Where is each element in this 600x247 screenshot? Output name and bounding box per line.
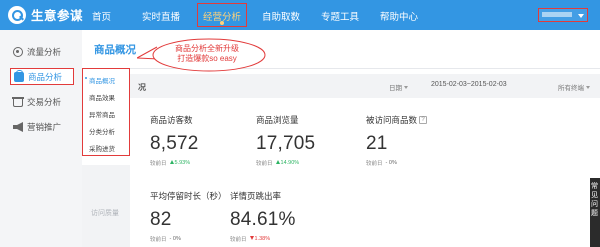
- metric-bounce-rate[interactable]: 详情页跳出率 84.61% 较前日 1.38%: [230, 190, 296, 243]
- metric-title: 商品浏览量: [256, 115, 299, 125]
- metric-value: 84.61%: [230, 209, 296, 230]
- faq-side-tab-label: 常见问题: [591, 183, 598, 217]
- sidebar-item-label: 交易分析: [27, 97, 62, 107]
- annotation-line-2: 打造爆款so easy: [177, 54, 237, 63]
- sidebar-item-product[interactable]: 商品分析: [10, 68, 74, 85]
- delta-value: 1.38%: [249, 236, 271, 242]
- metric-comparison: 较前日 5.93%: [150, 159, 199, 167]
- arrow-up-icon: [275, 160, 280, 164]
- nav-realtime[interactable]: 实时直播: [142, 9, 180, 23]
- chevron-down-icon: [578, 14, 584, 18]
- arrow-down-icon: [249, 236, 254, 240]
- sidebar-item-label: 营销推广: [27, 122, 62, 132]
- terminal-filter-dropdown[interactable]: 所有终端: [558, 82, 590, 92]
- nav-business-analysis[interactable]: 经营分析: [197, 3, 248, 27]
- compare-label: 较前日: [150, 237, 167, 243]
- help-icon[interactable]: ?: [419, 116, 428, 124]
- submenu-item-abnormal[interactable]: 异常商品: [89, 109, 115, 119]
- metric-comparison: 较前日 1.38%: [230, 235, 296, 243]
- sidebar-item-transaction[interactable]: 交易分析: [12, 95, 62, 109]
- active-dot-icon: [85, 77, 87, 79]
- delta-percent: 1.38%: [254, 236, 271, 242]
- active-indicator-dot: [220, 21, 224, 25]
- metric-comparison: 较前日 - 0%: [366, 159, 427, 167]
- section-label-strip: 访问质量: [82, 165, 130, 247]
- filter-heading: 况: [138, 83, 146, 92]
- nav-help-center[interactable]: 帮助中心: [380, 9, 418, 23]
- chevron-down-icon: [586, 86, 590, 89]
- metric-title: 详情页跳出率: [230, 191, 282, 201]
- eye-icon: [13, 47, 23, 57]
- user-account-menu[interactable]: [538, 8, 588, 22]
- metric-title-row: 被访问商品数?: [366, 114, 428, 126]
- faq-side-tab[interactable]: 常见问题: [590, 178, 600, 247]
- page-title: 商品概况: [94, 44, 136, 56]
- delta-percent: 0%: [388, 160, 397, 166]
- metric-comparison: 较前日 14.90%: [256, 159, 315, 167]
- metric-title: 商品访客数: [150, 115, 193, 125]
- delta-value: - 0%: [170, 236, 181, 242]
- annotation-callout: 商品分析全新升级 打造爆款so easy: [153, 44, 261, 64]
- nav-topic-tools[interactable]: 专题工具: [321, 9, 359, 23]
- submenu-item-category[interactable]: 分类分析: [89, 126, 115, 136]
- submenu-item-effect[interactable]: 商品效果: [89, 92, 115, 102]
- metric-value: 8,572: [150, 133, 199, 154]
- top-navigation-bar: 生意参谋 首页 实时直播 经营分析 自助取数 专题工具 帮助中心: [0, 0, 600, 30]
- product-analysis-submenu: 商品概况 商品效果 异常商品 分类分析 采购进货: [82, 68, 130, 156]
- date-filter-label: 日期: [389, 85, 402, 92]
- section-label: 访问质量: [91, 210, 119, 217]
- cart-icon: [12, 97, 24, 107]
- date-filter-dropdown[interactable]: 日期: [389, 82, 408, 92]
- app-logo[interactable]: 生意参谋: [8, 5, 83, 24]
- annotation-line-1: 商品分析全新升级: [175, 44, 239, 53]
- compare-label: 较前日: [150, 161, 167, 167]
- filter-bar: [130, 74, 600, 98]
- sidebar-item-marketing[interactable]: 营销推广: [13, 120, 61, 134]
- compare-label: 较前日: [230, 237, 247, 243]
- app-name: 生意参谋: [31, 9, 84, 23]
- bag-icon: [14, 69, 24, 82]
- metric-value: 82: [150, 209, 172, 230]
- delta-value: 14.90%: [275, 160, 300, 166]
- delta-percent: 5.93%: [174, 160, 191, 166]
- nav-home[interactable]: 首页: [92, 9, 111, 23]
- sidebar: 流量分析 商品分析 交易分析 营销推广: [0, 30, 82, 247]
- submenu-item-purchasing[interactable]: 采购进货: [89, 143, 115, 153]
- metric-title: 平均停留时长（秒）: [150, 191, 227, 201]
- date-range-value[interactable]: 2015-02-03~2015-02-03: [431, 81, 507, 88]
- sidebar-item-label: 商品分析: [28, 71, 63, 82]
- metric-value: 17,705: [256, 133, 316, 154]
- chevron-down-icon: [404, 86, 408, 89]
- metric-visited-products[interactable]: 被访问商品数? 21 较前日 - 0%: [366, 114, 428, 167]
- delta-percent: 14.90%: [280, 160, 300, 166]
- delta-value: - 0%: [386, 160, 397, 166]
- megaphone-icon: [13, 122, 23, 132]
- metric-title: 被访问商品数: [366, 115, 418, 125]
- submenu-item-overview[interactable]: 商品概况: [85, 75, 115, 85]
- terminal-filter-label: 所有终端: [558, 85, 584, 92]
- delta-percent: 0%: [172, 236, 181, 242]
- sidebar-item-label: 流量分析: [27, 47, 62, 57]
- compare-label: 较前日: [256, 161, 273, 167]
- metric-value: 21: [366, 133, 388, 154]
- metric-product-visitors[interactable]: 商品访客数 8,572 较前日 5.93%: [150, 114, 199, 167]
- nav-self-service-data[interactable]: 自助取数: [262, 9, 300, 23]
- submenu-item-label: 商品概况: [89, 78, 115, 85]
- sidebar-item-traffic[interactable]: 流量分析: [13, 45, 61, 59]
- metric-product-pageviews[interactable]: 商品浏览量 17,705 较前日 14.90%: [256, 114, 315, 167]
- metric-avg-stay-time[interactable]: 平均停留时长（秒） 82 较前日 - 0%: [150, 190, 227, 243]
- compare-label: 较前日: [366, 161, 383, 167]
- delta-value: 5.93%: [169, 160, 191, 166]
- logo-icon: [8, 5, 26, 24]
- metric-comparison: 较前日 - 0%: [150, 235, 227, 243]
- username-redacted: [542, 12, 572, 17]
- arrow-up-icon: [169, 160, 174, 164]
